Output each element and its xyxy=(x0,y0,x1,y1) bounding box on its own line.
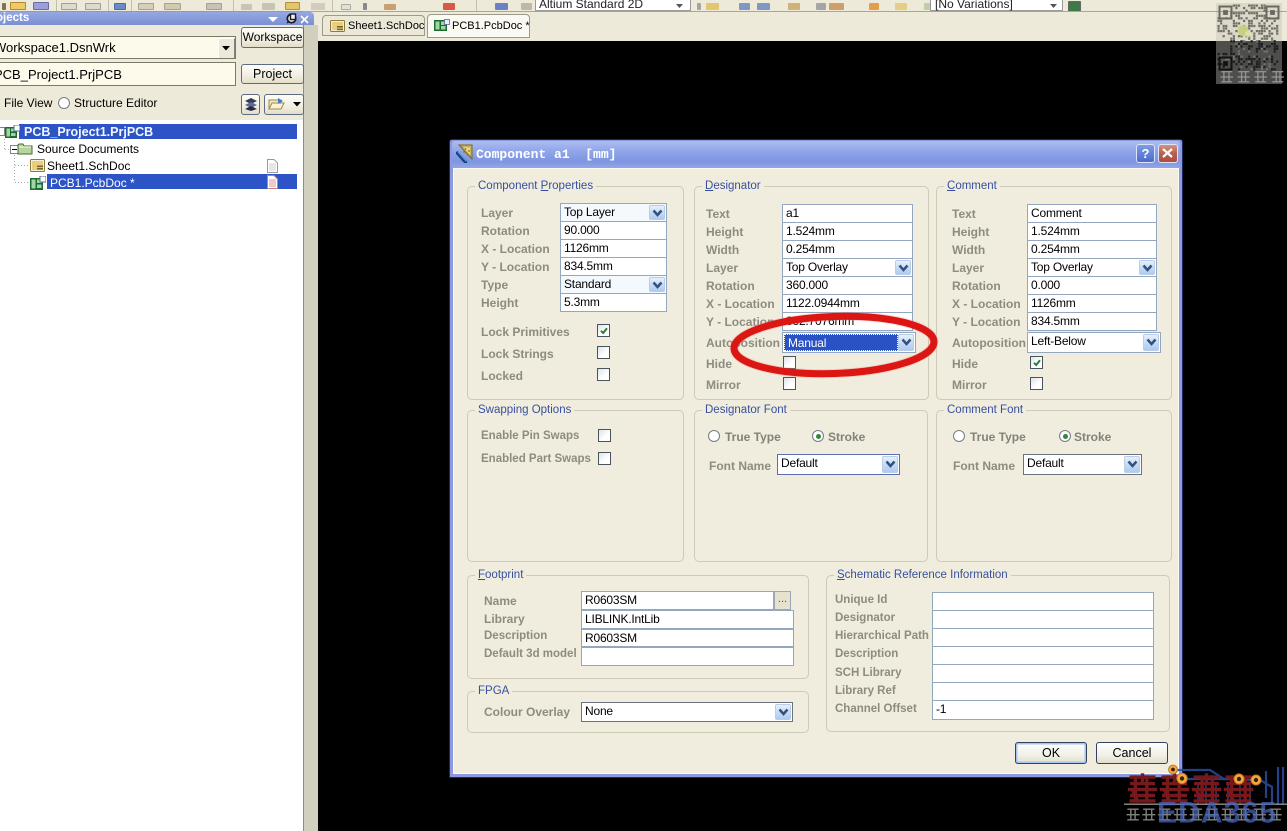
svg-text:EDA365: EDA365 xyxy=(1157,797,1276,830)
